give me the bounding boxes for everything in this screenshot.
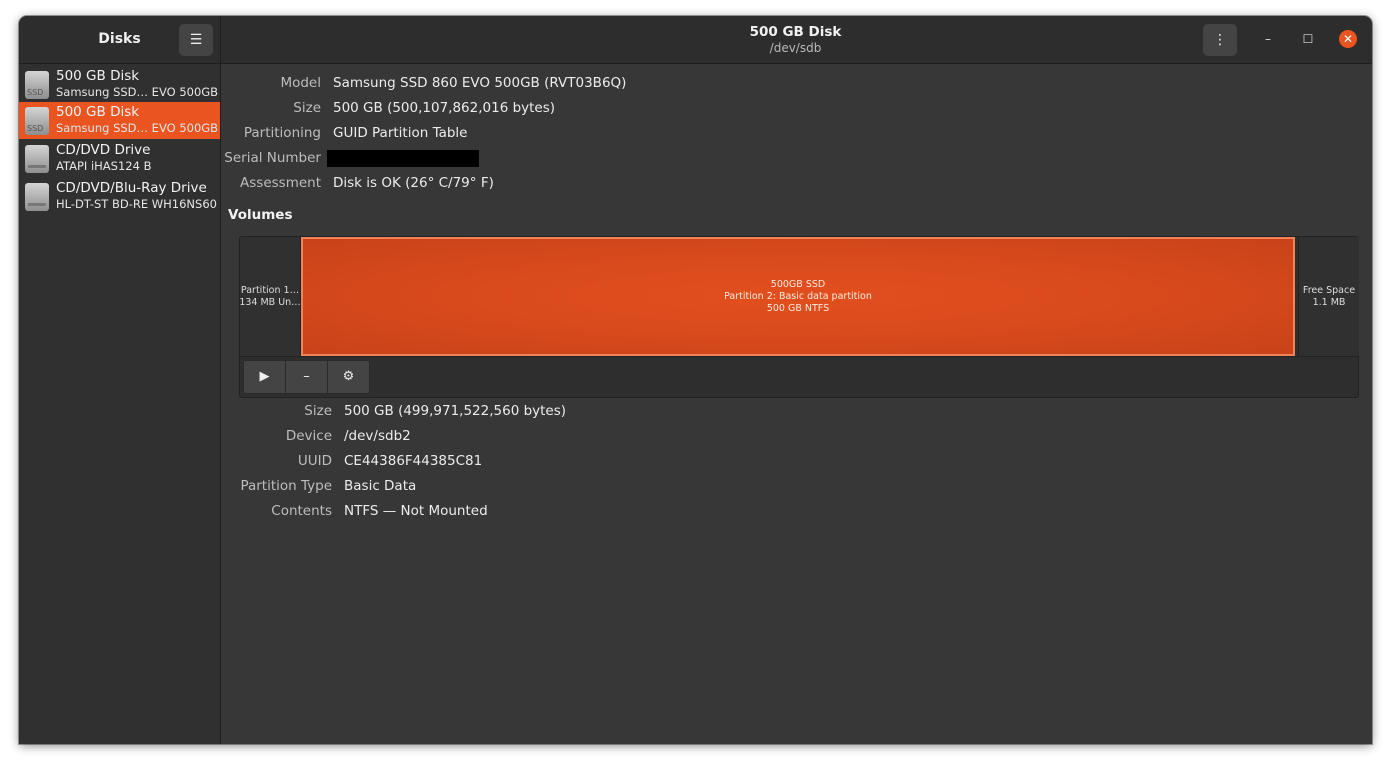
model-label: Model <box>280 75 321 91</box>
maximize-button[interactable]: ☐ <box>1299 30 1317 48</box>
disk-name: CD/DVD Drive <box>56 142 151 158</box>
device-value: /dev/sdb2 <box>344 428 411 444</box>
device-label: Device <box>285 428 332 444</box>
uuid-label: UUID <box>297 453 332 469</box>
volume-map: Partition 1… 134 MB Un… 500GB SSD Partit… <box>240 237 1359 357</box>
disk-name: 500 GB Disk <box>56 68 140 84</box>
window-subtitle: /dev/sdb <box>769 41 822 55</box>
disk-list-item[interactable]: SSD 500 GB Disk Samsung SSD… EVO 500GB <box>19 66 220 103</box>
disk-model: Samsung SSD… EVO 500GB <box>56 121 219 135</box>
partition-2-segment[interactable]: 500GB SSD Partition 2: Basic data partit… <box>301 237 1295 356</box>
partition-size-row: Size 500 GB (499,971,522,560 bytes) <box>221 401 566 421</box>
model-value: Samsung SSD 860 EVO 500GB (RVT03B6Q) <box>333 75 627 91</box>
assessment-row: Assessment Disk is OK (26° C/79° F) <box>221 173 494 193</box>
disk-list-item[interactable]: CD/DVD Drive ATAPI iHAS124 B <box>19 140 220 177</box>
disk-model: Samsung SSD… EVO 500GB <box>56 85 219 99</box>
disks-window: Disks ☰ 500 GB Disk /dev/sdb ⋮ – ☐ ✕ SSD… <box>19 16 1372 744</box>
disk-name: CD/DVD/Blu-Ray Drive <box>56 180 207 196</box>
partition-size-label: Size <box>304 403 332 419</box>
close-icon: ✕ <box>1342 32 1354 46</box>
serial-row: Serial Number <box>221 148 479 168</box>
serial-redaction <box>327 150 479 167</box>
partition-1-segment[interactable]: Partition 1… 134 MB Un… <box>240 237 301 356</box>
ssd-drive-icon: SSD <box>25 107 49 135</box>
window-title-area: 500 GB Disk /dev/sdb <box>319 24 1272 56</box>
segment-line: Free Space <box>1302 284 1356 296</box>
disk-menu-button[interactable]: ⋮ <box>1203 24 1237 56</box>
window-title: 500 GB Disk <box>749 24 842 40</box>
sidebar-header: Disks ☰ <box>19 16 221 63</box>
ssd-icon-label: SSD <box>27 124 44 133</box>
hamburger-menu-button[interactable]: ☰ <box>179 24 213 56</box>
disk-details-panel: Model Samsung SSD 860 EVO 500GB (RVT03B6… <box>221 64 1372 744</box>
contents-label: Contents <box>271 503 332 519</box>
assessment-value: Disk is OK (26° C/79° F) <box>333 175 494 191</box>
ssd-drive-icon: SSD <box>25 71 49 99</box>
segment-line: Partition 1… <box>240 284 300 296</box>
segment-line: 500GB SSD <box>770 278 826 290</box>
contents-value: NTFS — Not Mounted <box>344 503 488 519</box>
optical-drive-icon <box>25 145 49 173</box>
size-value: 500 GB (500,107,862,016 bytes) <box>333 100 556 116</box>
partition-type-row: Partition Type Basic Data <box>221 476 416 496</box>
gears-icon: ⚙ <box>342 369 355 384</box>
minimize-button[interactable]: – <box>1259 30 1277 48</box>
disk-list-item-selected[interactable]: SSD 500 GB Disk Samsung SSD… EVO 500GB <box>19 102 220 139</box>
disk-list-item[interactable]: CD/DVD/Blu-Ray Drive HL-DT-ST BD-RE WH16… <box>19 178 220 215</box>
close-button[interactable]: ✕ <box>1339 30 1357 48</box>
kebab-menu-icon: ⋮ <box>1213 32 1227 48</box>
volumes-heading: Volumes <box>228 207 293 223</box>
optical-drive-icon <box>25 183 49 211</box>
segment-line: Partition 2: Basic data partition <box>724 290 872 302</box>
play-icon: ▶ <box>259 369 270 384</box>
partition-options-button[interactable]: ⚙ <box>327 360 370 394</box>
disk-model: HL-DT-ST BD-RE WH16NS60 <box>56 197 217 211</box>
partitioning-label: Partitioning <box>243 125 321 141</box>
serial-label: Serial Number <box>224 150 321 166</box>
segment-line: 134 MB Un… <box>240 296 301 308</box>
minus-icon: – <box>303 369 310 384</box>
partition-type-label: Partition Type <box>240 478 332 494</box>
free-space-segment[interactable]: Free Space 1.1 MB <box>1298 237 1359 356</box>
header-bar: Disks ☰ 500 GB Disk /dev/sdb ⋮ – ☐ ✕ <box>19 16 1372 64</box>
partitioning-value: GUID Partition Table <box>333 125 468 141</box>
hamburger-icon: ☰ <box>189 32 203 48</box>
device-row: Device /dev/sdb2 <box>221 426 411 446</box>
size-row: Size 500 GB (500,107,862,016 bytes) <box>221 98 555 118</box>
disk-model: ATAPI iHAS124 B <box>56 159 152 173</box>
mount-button[interactable]: ▶ <box>243 360 286 394</box>
maximize-icon: ☐ <box>1302 32 1314 46</box>
contents-row: Contents NTFS — Not Mounted <box>221 501 487 521</box>
partition-size-value: 500 GB (499,971,522,560 bytes) <box>344 403 567 419</box>
model-row: Model Samsung SSD 860 EVO 500GB (RVT03B6… <box>221 73 626 93</box>
assessment-label: Assessment <box>240 175 321 191</box>
segment-line: 500 GB NTFS <box>766 302 830 314</box>
disk-list-sidebar: SSD 500 GB Disk Samsung SSD… EVO 500GB S… <box>19 64 221 744</box>
size-label: Size <box>293 100 321 116</box>
ssd-icon-label: SSD <box>27 88 44 97</box>
partition-type-value: Basic Data <box>344 478 417 494</box>
minimize-icon: – <box>1265 32 1271 46</box>
delete-partition-button[interactable]: – <box>285 360 328 394</box>
disk-name: 500 GB Disk <box>56 104 140 120</box>
segment-line: 1.1 MB <box>1312 296 1346 308</box>
uuid-row: UUID CE44386F44385C81 <box>221 451 482 471</box>
partitioning-row: Partitioning GUID Partition Table <box>221 123 468 143</box>
uuid-value: CE44386F44385C81 <box>344 453 483 469</box>
volumes-frame: Partition 1… 134 MB Un… 500GB SSD Partit… <box>239 236 1359 398</box>
volume-toolbar: ▶ – ⚙ <box>243 360 370 394</box>
